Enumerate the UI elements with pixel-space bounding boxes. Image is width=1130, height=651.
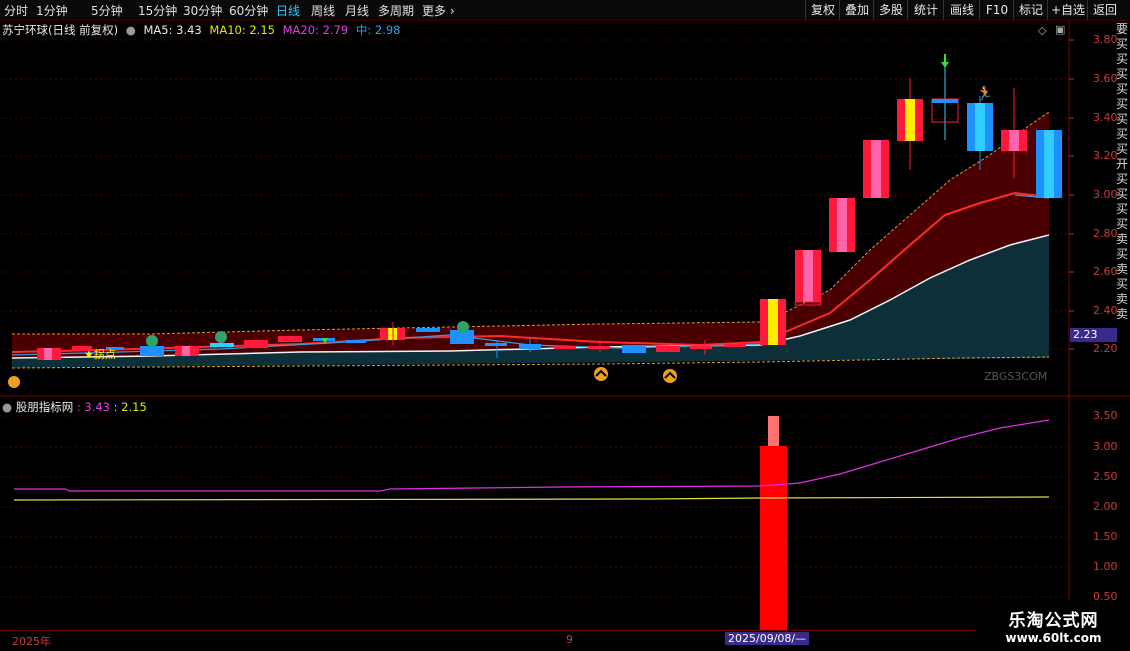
indicator-tick: 3.50 [1093, 409, 1118, 422]
indicator-tick: 1.00 [1093, 560, 1118, 573]
site-name: 乐淘公式网 [1008, 611, 1099, 631]
current-price-tag: 2.23 [1070, 328, 1117, 342]
price-tick: 3.40 [1093, 111, 1118, 124]
indicator-header: ● 股朋指标网 : 3.43 : 2.15 [2, 399, 147, 415]
indicator-tick: 2.50 [1093, 470, 1118, 483]
chart-watermark: ZBGS3COM [984, 370, 1048, 383]
kline-chart[interactable]: 🏃 [0, 0, 1130, 650]
indicator-bar-top [768, 416, 779, 446]
indicator-tick: 1.50 [1093, 530, 1118, 543]
chart-header: 苏宁环球(日线 前复权) ● MA5: 3.43 MA10: 2.15 MA20… [2, 22, 404, 38]
indicator-name[interactable]: 股朋指标网 [16, 400, 74, 414]
ma20-value: MA20: 2.79 [282, 23, 349, 37]
indicator-tick: 3.00 [1093, 440, 1118, 453]
price-tick: 2.60 [1093, 265, 1118, 278]
price-tick: 3.80 [1093, 33, 1118, 46]
price-tick: 3.20 [1093, 149, 1118, 162]
stock-name[interactable]: 苏宁环球(日线 前复权) [2, 23, 118, 37]
price-tick: 2.40 [1093, 304, 1118, 317]
signal-strip: 要买买买买买买买买开买买买买卖买卖买卖卖 [1116, 22, 1129, 321]
indicator-bar [760, 446, 787, 630]
month-label: 9 [566, 633, 573, 646]
year-label: 2025年 [12, 635, 51, 648]
window-icon[interactable]: ▣ [1055, 23, 1065, 36]
price-tick: 3.00 [1093, 188, 1118, 201]
settings-dot-icon[interactable]: ● [126, 23, 136, 37]
indicator-value-1: : 3.43 [76, 400, 110, 414]
diamond-icon[interactable]: ◇ [1038, 24, 1046, 37]
price-tick: 2.20 [1093, 342, 1118, 355]
price-tick: 2.80 [1093, 227, 1118, 240]
indicator-value-2: : 2.15 [113, 400, 147, 414]
site-url: www.60lt.com [1005, 631, 1102, 645]
turning-point-label: ★拐点 [84, 348, 116, 361]
ma5-value: MA5: 3.43 [143, 23, 202, 37]
site-watermark: 乐淘公式网 www.60lt.com [977, 600, 1130, 650]
price-tick: 3.60 [1093, 72, 1118, 85]
indicator-line-yellow [13, 496, 1050, 501]
indicator-dot-icon[interactable]: ● [2, 400, 12, 414]
mid-value: 中: 2.98 [355, 23, 401, 37]
indicator-tick: 2.00 [1093, 500, 1118, 513]
indicator-grid [0, 415, 1069, 598]
indicator-line-magenta [14, 419, 1050, 492]
ma10-value: MA10: 2.15 [209, 23, 275, 37]
cursor-date: 2025/09/08/— [725, 632, 810, 645]
date-axis: 2025年 9 2025/09/08/— [0, 630, 1070, 651]
svg-text:🏃: 🏃 [976, 85, 993, 102]
